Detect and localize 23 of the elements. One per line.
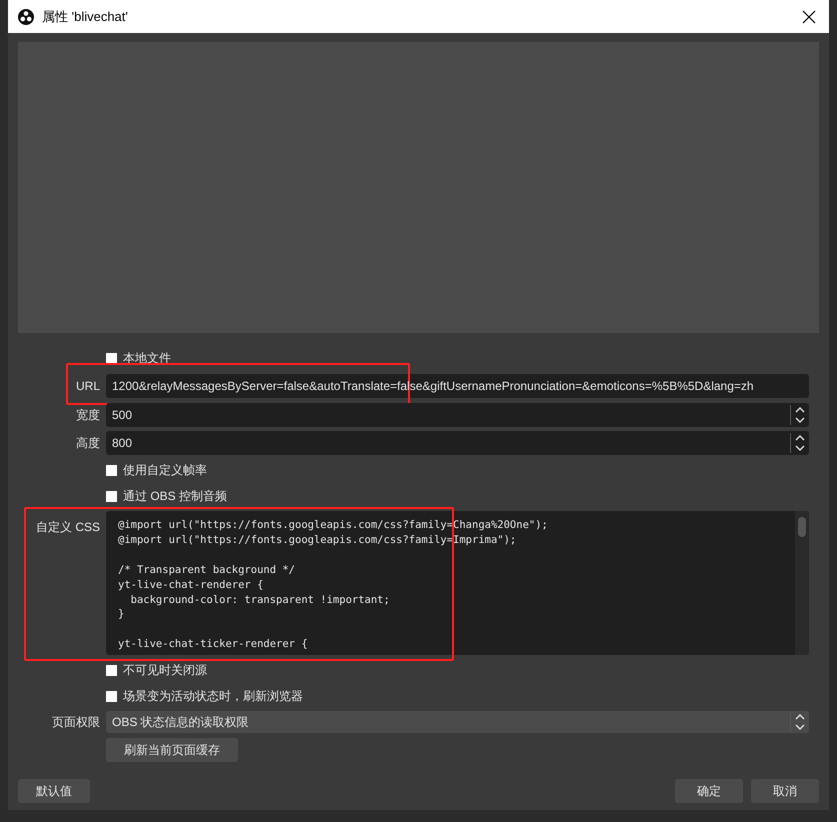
field-label: 宽度 (75, 406, 101, 424)
spin-arrows-icon[interactable] (790, 405, 807, 425)
window-title: 属性 'blivechat' (42, 8, 129, 26)
checkbox[interactable]: 场景变为活动状态时，刷新浏览器 (106, 688, 303, 704)
checkbox[interactable]: 不可见时关闭源 (106, 662, 207, 678)
checkbox[interactable]: 通过 OBS 控制音频 (106, 488, 228, 504)
checkbox[interactable]: 使用自定义帧率 (106, 462, 207, 478)
app-logo-icon (18, 8, 34, 24)
field-label: 页面权限 (51, 714, 101, 730)
field-label: URL (74, 379, 101, 393)
defaults-button[interactable]: 默认值 (18, 779, 90, 803)
scrollbar-thumb[interactable] (798, 517, 806, 537)
spin-arrows-icon[interactable] (790, 712, 807, 732)
height-spinbox[interactable]: 800 (106, 431, 809, 455)
field-label: 自定义 CSS (34, 519, 101, 536)
refresh-cache-button[interactable]: 刷新当前页面缓存 (106, 738, 238, 762)
width-spinbox[interactable]: 500 (106, 403, 809, 427)
spin-arrows-icon[interactable] (790, 433, 807, 453)
checkbox[interactable]: 本地文件 (106, 350, 171, 366)
field-label: 高度 (75, 434, 101, 452)
ok-button[interactable]: 确定 (675, 779, 743, 803)
cancel-button[interactable]: 取消 (751, 779, 819, 803)
permissions-dropdown[interactable]: OBS 状态信息的读取权限 (106, 711, 809, 733)
